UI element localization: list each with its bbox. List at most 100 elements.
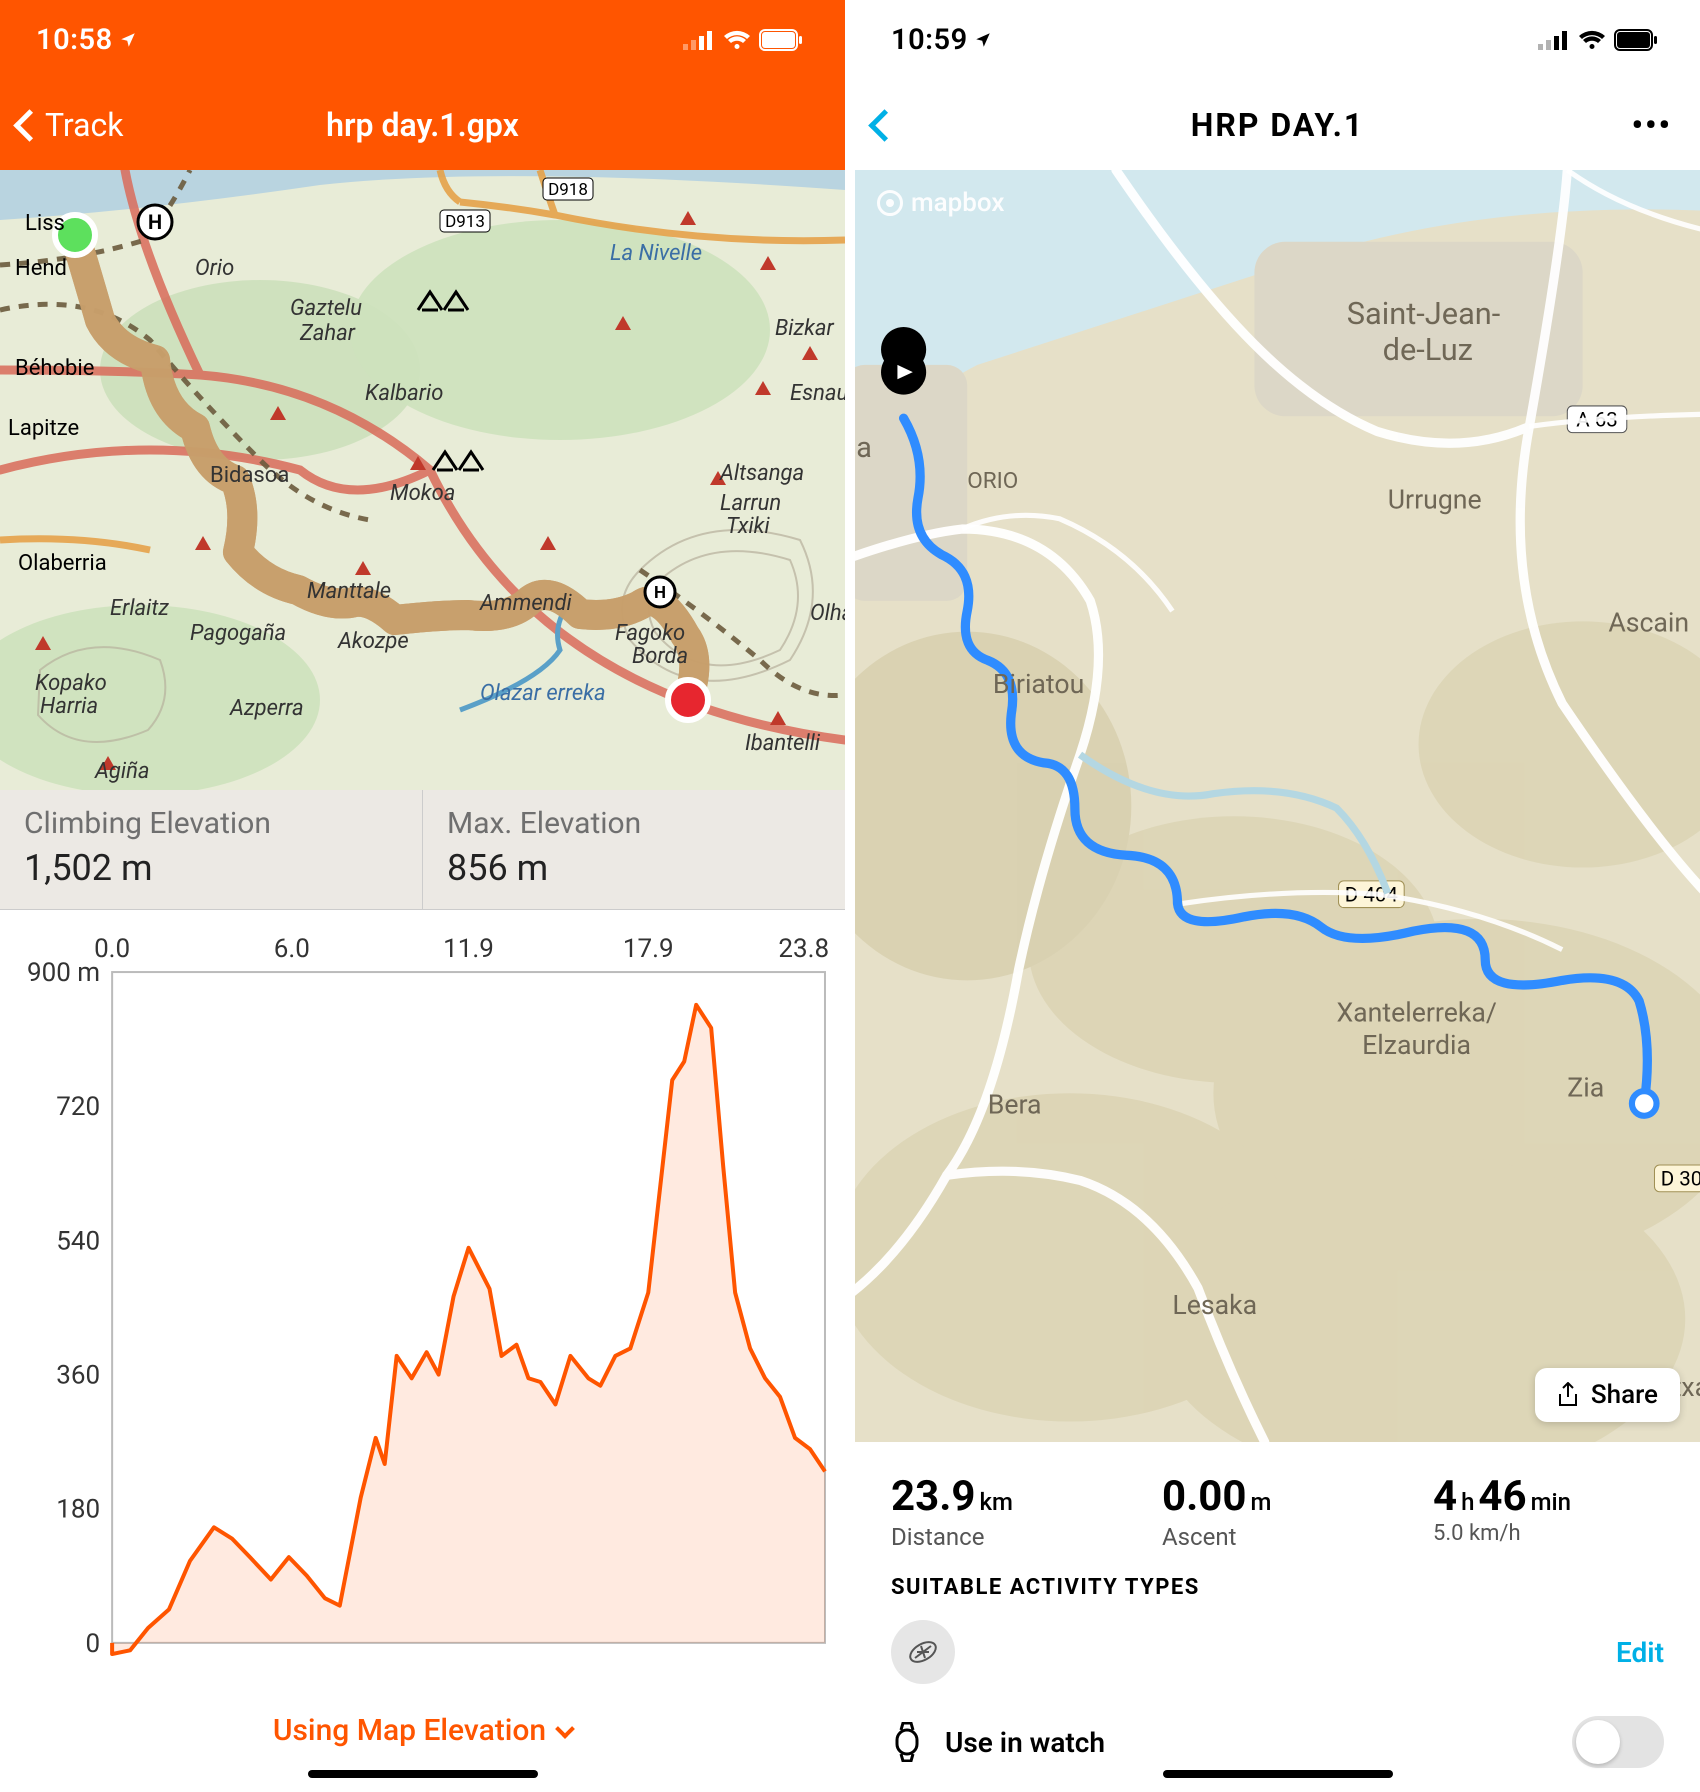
svg-text:17.9: 17.9 [623, 934, 674, 964]
status-bar: 10:59 [855, 0, 1700, 80]
svg-text:Agiña: Agiña [94, 759, 150, 784]
home-indicator [1163, 1770, 1393, 1778]
svg-text:Béhobie: Béhobie [15, 356, 94, 381]
svg-text:La Nivelle: La Nivelle [610, 241, 702, 266]
svg-text:de-Luz: de-Luz [1383, 331, 1473, 368]
chevron-left-icon [13, 109, 46, 142]
svg-text:Zahar: Zahar [299, 321, 356, 346]
cell-signal-icon [1538, 30, 1570, 50]
use-in-watch-label: Use in watch [945, 1726, 1105, 1759]
status-time: 10:58 [36, 23, 137, 57]
mapbox-logo-icon [877, 190, 903, 216]
svg-text:Txiki: Txiki [726, 514, 771, 539]
stat-climbing: Climbing Elevation 1,502 m [0, 790, 423, 909]
svg-text:0: 0 [85, 1629, 100, 1659]
share-button[interactable]: Share [1535, 1368, 1680, 1422]
svg-text:Urrugne: Urrugne [1388, 484, 1482, 516]
location-arrow-icon [119, 31, 137, 49]
home-indicator [308, 1770, 538, 1778]
svg-text:540: 540 [56, 1226, 100, 1256]
mapbox-attribution: mapbox [877, 188, 1004, 218]
activity-types-row: Edit [855, 1618, 1700, 1706]
svg-text:23.8 km: 23.8 km [778, 934, 833, 964]
svg-text:Larrun: Larrun [720, 491, 781, 516]
svg-text:180: 180 [56, 1495, 100, 1525]
svg-text:Pagogaña: Pagogaña [190, 621, 286, 646]
back-button[interactable] [873, 114, 896, 137]
location-arrow-icon [974, 31, 992, 49]
svg-text:Ibantelli: Ibantelli [745, 731, 821, 756]
use-in-watch-toggle[interactable] [1572, 1716, 1664, 1768]
nav-title: hrp day.1.gpx [326, 106, 519, 144]
svg-text:Kalbario: Kalbario [365, 381, 443, 406]
svg-text:720: 720 [56, 1092, 100, 1122]
battery-icon [759, 29, 803, 51]
back-button[interactable]: Track [18, 106, 124, 144]
svg-text:Hend: Hend [15, 256, 67, 281]
svg-text:ORIO: ORIO [967, 467, 1018, 494]
svg-text:Gaztelu: Gaztelu [290, 296, 362, 321]
svg-text:Lapitze: Lapitze [8, 416, 79, 441]
section-activity-types: SUITABLE ACTIVITY TYPES [855, 1561, 1700, 1618]
svg-text:Bizkar: Bizkar [775, 316, 835, 341]
svg-text:Mokoa: Mokoa [390, 481, 455, 506]
svg-text:900 m: 900 m [27, 958, 100, 988]
svg-text:Manttale: Manttale [307, 579, 391, 604]
share-icon [1557, 1382, 1579, 1408]
svg-text:Akozpe: Akozpe [337, 629, 409, 654]
svg-text:Erlaitz: Erlaitz [110, 596, 169, 621]
wifi-icon [723, 29, 751, 51]
svg-text:D 306: D 306 [1661, 1168, 1700, 1192]
right-app-screenshot: 10:59 HRP DAY.1 ••• [855, 0, 1700, 1792]
svg-text:Olha: Olha [810, 601, 845, 626]
more-button[interactable]: ••• [1632, 106, 1673, 144]
stat-ascent: 0.00 m Ascent [1162, 1472, 1393, 1551]
svg-text:ia: ia [855, 431, 872, 465]
route-map[interactable]: A 63 D 404 D 306 [855, 170, 1700, 1442]
use-in-watch-row: Use in watch [855, 1706, 1700, 1792]
svg-text:11.9: 11.9 [443, 934, 494, 964]
svg-text:Bidasoa: Bidasoa [210, 463, 289, 488]
battery-icon [1614, 29, 1658, 51]
svg-text:D918: D918 [548, 180, 588, 200]
nav-title: HRP DAY.1 [1191, 106, 1365, 144]
svg-text:Saint-Jean-: Saint-Jean- [1347, 295, 1501, 332]
svg-text:Fagoko: Fagoko [615, 621, 685, 646]
watch-icon [891, 1722, 923, 1762]
svg-text:Esnaur: Esnaur [790, 381, 845, 406]
svg-text:6.0: 6.0 [274, 934, 310, 964]
stat-max-elevation: Max. Elevation 856 m [423, 790, 845, 909]
svg-text:Harria: Harria [40, 694, 98, 719]
svg-text:H: H [148, 210, 162, 234]
svg-text:Liss: Liss [25, 211, 65, 236]
svg-text:Xantelerreka/: Xantelerreka/ [1336, 996, 1496, 1028]
svg-text:Ascain: Ascain [1608, 607, 1689, 639]
status-time: 10:59 [891, 23, 992, 57]
route-stats: 23.9 km Distance 0.00 m Ascent 4 h 46 mi… [855, 1442, 1700, 1561]
svg-text:Azperra: Azperra [229, 696, 304, 721]
left-app-screenshot: 10:58 Track hrp day.1.gpx [0, 0, 845, 1792]
svg-text:H: H [654, 583, 666, 603]
stat-distance: 23.9 km Distance [891, 1472, 1122, 1551]
status-bar: 10:58 [0, 0, 845, 80]
stat-time: 4 h 46 min 5.0 km/h [1433, 1472, 1664, 1551]
svg-text:Biriatou: Biriatou [993, 668, 1084, 700]
cell-signal-icon [683, 30, 715, 50]
svg-text:Bera: Bera [988, 1089, 1042, 1121]
chevron-down-icon [555, 1719, 575, 1739]
edit-activities-button[interactable]: Edit [1616, 1636, 1664, 1669]
svg-text:Elzaurdia: Elzaurdia [1362, 1029, 1471, 1061]
elevation-chart[interactable]: 0.06.011.917.923.8 km900 m7205403601800 [0, 910, 845, 1683]
track-map[interactable]: H H D918 D913 Liss Hend Orio Béhobie Lap… [0, 170, 845, 790]
svg-text:360: 360 [56, 1361, 100, 1391]
svg-text:Olazar erreka: Olazar erreka [480, 681, 606, 706]
svg-text:D913: D913 [445, 212, 485, 232]
svg-text:Lesaka: Lesaka [1172, 1289, 1257, 1321]
svg-text:Borda: Borda [632, 644, 688, 669]
chevron-left-icon [868, 109, 901, 142]
svg-text:Orio: Orio [195, 256, 234, 281]
svg-text:Kopako: Kopako [35, 671, 107, 696]
nav-bar: HRP DAY.1 ••• [855, 80, 1700, 170]
activity-hiking-icon[interactable] [891, 1620, 955, 1684]
track-stats: Climbing Elevation 1,502 m Max. Elevatio… [0, 790, 845, 910]
